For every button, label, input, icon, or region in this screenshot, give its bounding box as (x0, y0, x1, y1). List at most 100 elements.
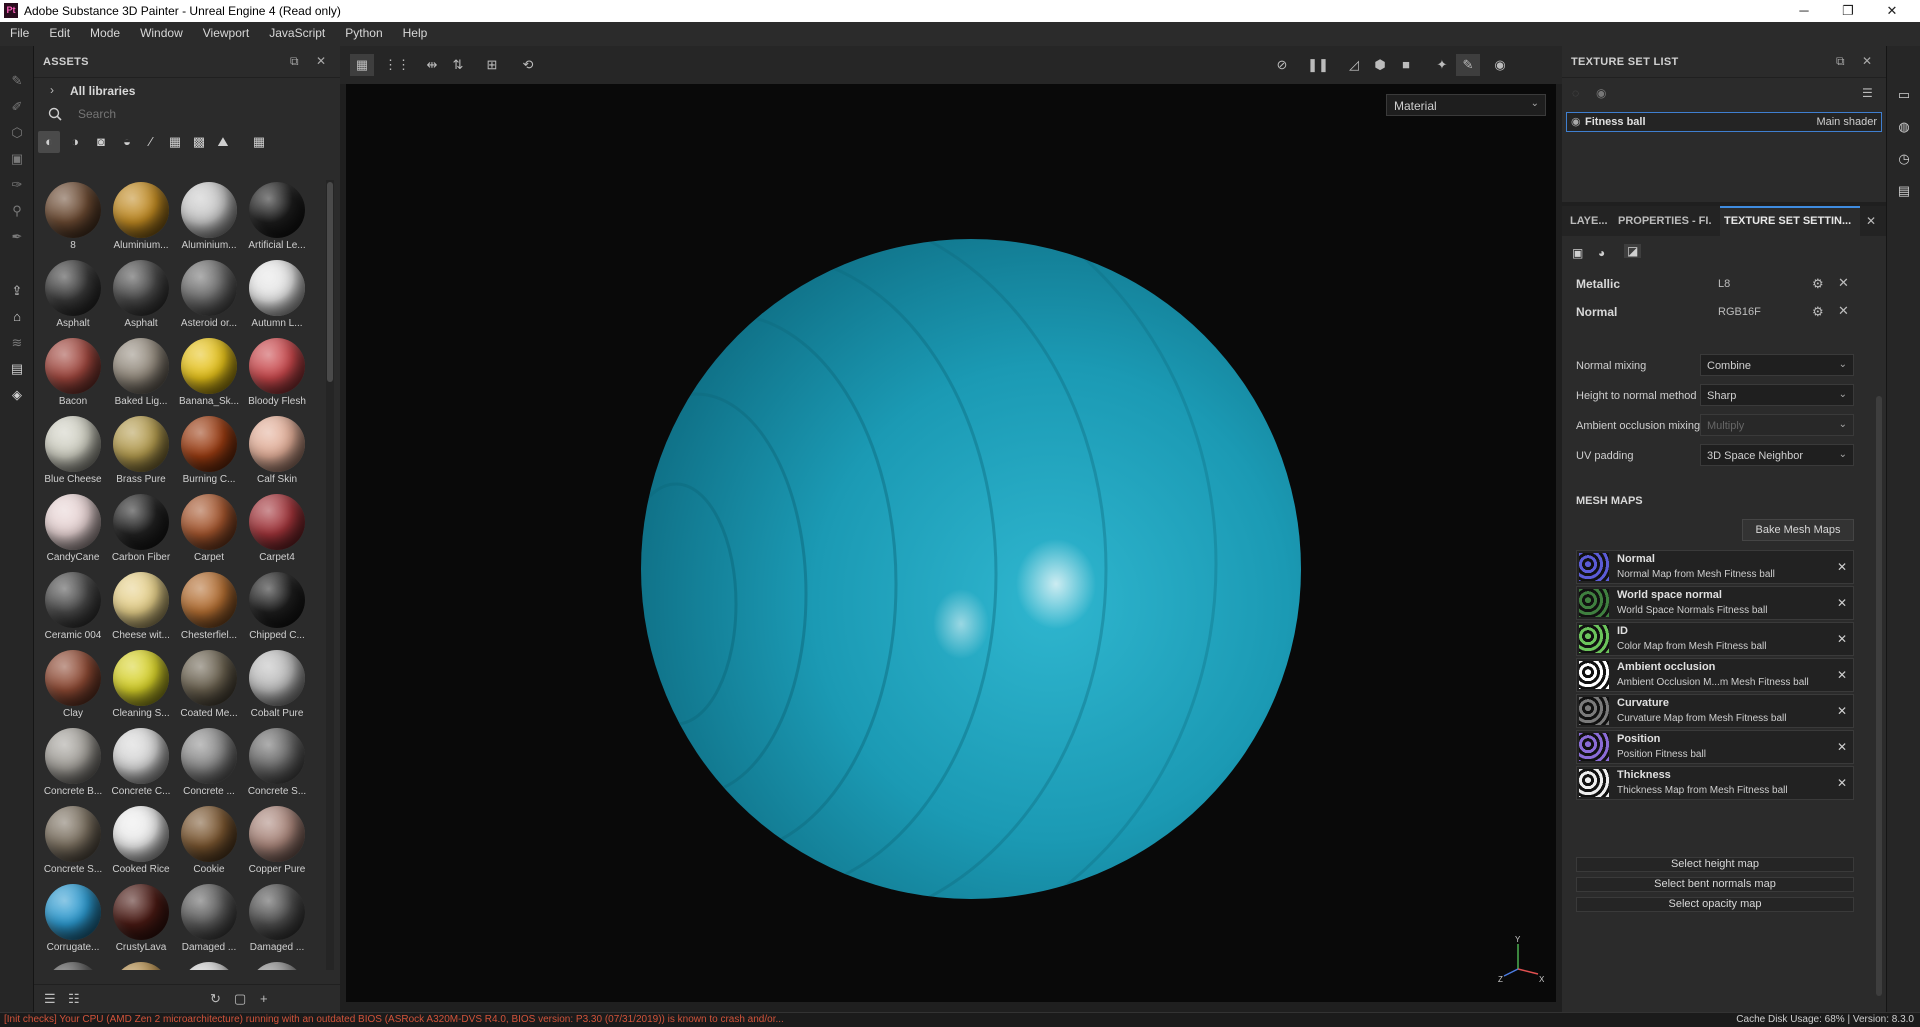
filter-textures-icon[interactable]: ▩ (188, 131, 210, 153)
asset-thumbnail[interactable]: Ceramic 004 (40, 570, 106, 648)
menu-window[interactable]: Window (130, 22, 193, 46)
asset-thumbnail[interactable]: Artificial Le... (244, 180, 310, 258)
layers-stack-icon[interactable]: ≋ (8, 334, 26, 352)
asset-thumbnail[interactable]: Cleaning S... (108, 648, 174, 726)
normal-mixing-select[interactable]: Combine ⌄ (1700, 354, 1854, 376)
document-icon[interactable]: ▤ (8, 360, 26, 378)
fitness-ball-mesh[interactable] (636, 234, 1306, 904)
asset-thumbnail[interactable]: Cooked Rice (108, 804, 174, 882)
mesh-map-card[interactable]: Curvature Curvature Map from Mesh Fitness… (1576, 694, 1854, 728)
menu-javascript[interactable]: JavaScript (259, 22, 335, 46)
hide-icon[interactable]: ◌ (1572, 86, 1579, 100)
texture-set-row[interactable]: ◉ Fitness ball Main shader (1566, 112, 1882, 132)
mesh-map-card[interactable]: ID Color Map from Mesh Fitness ball ✕ (1576, 622, 1854, 656)
remove-map-icon[interactable]: ✕ (1837, 596, 1847, 610)
asset-thumbnail[interactable] (40, 960, 106, 970)
asset-thumbnail[interactable]: Concrete C... (108, 726, 174, 804)
asset-thumbnail[interactable]: Concrete ... (176, 726, 242, 804)
close-panel-icon[interactable]: ✕ (1862, 54, 1872, 68)
asset-thumbnail[interactable]: Baked Lig... (108, 336, 174, 414)
asset-thumbnail[interactable]: Banana_Sk... (176, 336, 242, 414)
status-message[interactable]: [Init checks] Your CPU (AMD Zen 2 microa… (4, 1014, 784, 1025)
remove-channel-icon[interactable]: ✕ (1838, 275, 1849, 291)
mirror-x-icon[interactable]: ⇹ (420, 54, 444, 76)
asset-thumbnail[interactable]: Blue Cheese (40, 414, 106, 492)
height-to-normal-select[interactable]: Sharp ⌄ (1700, 384, 1854, 406)
search-input[interactable] (78, 105, 328, 123)
scrollbar-thumb[interactable] (327, 182, 333, 382)
clone-icon[interactable]: ⚲ (8, 202, 26, 220)
eye-icon[interactable]: ◉ (1596, 86, 1606, 100)
view-3d-icon[interactable]: ⬢ (1368, 54, 1392, 76)
asset-thumbnail[interactable]: Coated Me... (176, 648, 242, 726)
menu-help[interactable]: Help (393, 22, 438, 46)
select-bent-normals-button[interactable]: Select bent normals map (1576, 877, 1854, 892)
close-panel-icon[interactable]: ✕ (316, 54, 326, 68)
bake-icon[interactable]: ⌂ (8, 308, 26, 326)
assets-scrollbar[interactable] (326, 180, 334, 970)
asset-thumbnail[interactable]: Asphalt (108, 258, 174, 336)
asset-thumbnail[interactable] (108, 960, 174, 970)
hide-overlay-icon[interactable]: ⊘ (1270, 54, 1294, 76)
history-icon[interactable]: ◷ (1895, 150, 1913, 168)
shader-settings-icon[interactable]: ◍ (1895, 118, 1913, 136)
eraser-icon[interactable]: ✐ (8, 98, 26, 116)
remove-map-icon[interactable]: ✕ (1837, 704, 1847, 718)
camera-icon[interactable]: ■ (1394, 54, 1418, 76)
filter-filters-icon[interactable]: ◒ (116, 131, 138, 153)
asset-thumbnail[interactable]: Brass Pure (108, 414, 174, 492)
asset-thumbnail[interactable]: Carpet (176, 492, 242, 570)
refresh-icon[interactable]: ↻ (210, 991, 221, 1007)
visibility-eye-icon[interactable]: ◉ (1571, 115, 1581, 128)
log-icon[interactable]: ▤ (1895, 182, 1913, 200)
screenshot-icon[interactable]: ◉ (1488, 54, 1512, 76)
gear-icon[interactable]: ⚙ (1812, 276, 1824, 292)
asset-thumbnail[interactable]: Asteroid or... (176, 258, 242, 336)
menu-edit[interactable]: Edit (39, 22, 80, 46)
mesh-map-card[interactable]: Ambient occlusion Ambient Occlusion M...m… (1576, 658, 1854, 692)
cube-icon[interactable]: ◈ (8, 386, 26, 404)
asset-thumbnail[interactable]: Copper Pure (244, 804, 310, 882)
maximize-button[interactable]: ❐ (1826, 0, 1870, 22)
menu-mode[interactable]: Mode (80, 22, 130, 46)
asset-thumbnail[interactable]: Aluminium... (108, 180, 174, 258)
view-2d-icon[interactable]: ◿ (1342, 54, 1366, 76)
select-opacity-map-button[interactable]: Select opacity map (1576, 897, 1854, 912)
select-height-map-button[interactable]: Select height map (1576, 857, 1854, 872)
asset-thumbnail[interactable]: CrustyLava (108, 882, 174, 960)
smudge-icon[interactable]: ✑ (8, 176, 26, 194)
history-icon[interactable]: ⟲ (516, 54, 540, 76)
asset-thumbnail[interactable]: Asphalt (40, 258, 106, 336)
projection-icon[interactable]: ⬡ (8, 124, 26, 142)
asset-thumbnail[interactable]: Cheese wit... (108, 570, 174, 648)
mesh-map-card[interactable]: Position Position Fitness ball ✕ (1576, 730, 1854, 764)
material-ball-icon[interactable]: ◕ (1598, 246, 1605, 260)
color-picker-icon[interactable]: ✒ (8, 228, 26, 246)
new-window-icon[interactable]: ▢ (234, 991, 246, 1007)
polygon-fill-icon[interactable]: ▣ (8, 150, 26, 168)
calendar-icon[interactable]: ▣ (1572, 246, 1583, 260)
paint-brush-icon[interactable]: ✎ (8, 72, 26, 90)
asset-thumbnail[interactable]: Bacon (40, 336, 106, 414)
import-icon[interactable]: ☰ (44, 991, 56, 1007)
remove-channel-icon[interactable]: ✕ (1838, 303, 1849, 319)
paint-mode-icon[interactable]: ✎ (1456, 54, 1480, 76)
asset-thumbnail[interactable] (244, 960, 310, 970)
grid-view-icon[interactable]: ▦ (248, 131, 270, 153)
mirror-y-icon[interactable]: ⇅ (446, 54, 470, 76)
asset-thumbnail[interactable]: Carbon Fiber (108, 492, 174, 570)
add-frame-icon[interactable]: ⊞ (480, 54, 504, 76)
render-icon[interactable]: ✦ (1430, 54, 1454, 76)
shader-name[interactable]: Main shader (1816, 116, 1877, 128)
menu-python[interactable]: Python (335, 22, 392, 46)
asset-thumbnail[interactable]: Aluminium... (176, 180, 242, 258)
asset-thumbnail[interactable]: Concrete S... (40, 804, 106, 882)
channel-format[interactable]: L8 (1718, 278, 1730, 290)
asset-thumbnail[interactable]: CandyCane (40, 492, 106, 570)
filter-environments-icon[interactable]: ⛰ (212, 131, 234, 153)
asset-thumbnail[interactable]: Concrete B... (40, 726, 106, 804)
asset-thumbnail[interactable] (176, 960, 242, 970)
float-panel-icon[interactable]: ⧉ (290, 54, 299, 69)
mesh-map-card[interactable]: World space normal World Space Normals Fi… (1576, 586, 1854, 620)
asset-thumbnail[interactable]: Autumn L... (244, 258, 310, 336)
